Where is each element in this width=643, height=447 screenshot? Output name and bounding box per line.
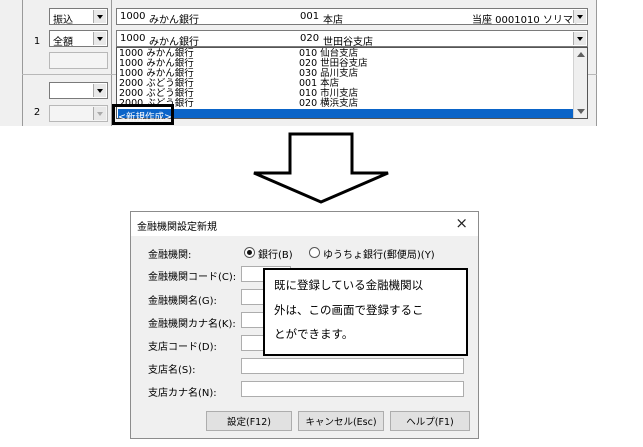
payment-grid: 1 2 振込 全額 1000 みかん銀行 001 本店 当座 0001010 ソ… — [0, 0, 597, 126]
row-1-extra-field — [49, 52, 108, 69]
branch-name-input[interactable] — [241, 358, 464, 374]
list-item-bank: 1000 みかん銀行 — [119, 68, 194, 79]
list-item[interactable]: 1000 みかん銀行 010 仙台支店 — [119, 48, 559, 59]
account-info: 当座 0001010 ソリマチ — [472, 15, 583, 26]
transfer-type-combo[interactable]: 振込 — [49, 8, 108, 26]
selected-list-item-highlight[interactable] — [118, 109, 573, 118]
list-item[interactable]: 2000 ぶどう銀行 001 本店 — [119, 78, 559, 89]
radio-bank-label[interactable]: 銀行(B) — [258, 246, 293, 261]
branch-code: 001 — [300, 11, 320, 22]
list-item[interactable]: 1000 みかん銀行 030 品川支店 — [119, 68, 559, 79]
institution-code-label: 金融機関コード(C): — [148, 272, 237, 283]
amount-type-value: 全額 — [53, 37, 73, 48]
scroll-up-icon[interactable] — [577, 52, 585, 57]
radio-bank[interactable] — [244, 247, 255, 258]
amount-type-combo-row-2 — [49, 105, 108, 122]
list-item-branch: 030 品川支店 — [299, 68, 359, 79]
list-item-branch: 010 市川支店 — [299, 88, 359, 99]
dialog-title: 金融機関設定新規 — [137, 222, 217, 233]
branch-name: 世田谷支店 — [323, 37, 373, 48]
callout-line: 既に登録している金融機関以 — [274, 278, 424, 292]
list-item-branch: 001 本店 — [299, 78, 340, 89]
cancel-button[interactable]: キャンセル(Esc) — [298, 411, 384, 431]
branch-name: 本店 — [323, 15, 343, 26]
explanation-callout: 既に登録している金融機関以 外は、この画面で登録するこ とができます。 — [263, 268, 468, 356]
list-item[interactable]: 1000 みかん銀行 020 世田谷支店 — [119, 58, 559, 69]
help-button[interactable]: ヘルプ(F1) — [390, 411, 470, 431]
list-item[interactable]: 2000 ぶどう銀行 010 市川支店 — [119, 88, 559, 99]
dropdown-scrollbar[interactable] — [573, 48, 587, 118]
branch-code-label: 支店コード(D): — [148, 342, 217, 353]
list-item-bank: 1000 みかん銀行 — [119, 48, 194, 59]
new-item-highlight-box[interactable]: <新規作成> — [112, 104, 174, 125]
list-item-bank: 1000 みかん銀行 — [119, 58, 194, 69]
branch-kana-label: 支店カナ名(N): — [148, 388, 217, 399]
row-number: 1 — [33, 36, 41, 47]
list-item-branch: 020 横浜支店 — [299, 98, 359, 109]
chevron-down-icon[interactable] — [93, 10, 106, 23]
grid-line — [596, 0, 597, 126]
bank-name: みかん銀行 — [149, 37, 199, 48]
ok-button[interactable]: 設定(F12) — [206, 411, 292, 431]
transfer-type-value: 振込 — [53, 15, 73, 26]
down-arrow-icon — [253, 132, 389, 204]
chevron-down-icon — [93, 107, 106, 120]
bank-code: 1000 — [120, 11, 146, 22]
list-item-branch: 010 仙台支店 — [299, 48, 359, 59]
chevron-down-icon[interactable] — [573, 32, 586, 45]
bank-code: 1000 — [120, 33, 146, 44]
row-number: 2 — [33, 107, 41, 118]
bank-branch-combo[interactable]: 1000 みかん銀行 020 世田谷支店 — [116, 30, 588, 48]
branch-code: 020 — [300, 33, 320, 44]
list-item-branch: 020 世田谷支店 — [299, 58, 368, 69]
chevron-down-icon[interactable] — [93, 32, 106, 45]
list-item-bank: 2000 ぶどう銀行 — [119, 88, 194, 99]
branch-kana-input[interactable] — [241, 381, 464, 397]
grid-line — [22, 0, 23, 126]
bank-name: みかん銀行 — [149, 15, 199, 26]
institution-type-label: 金融機関: — [148, 250, 192, 261]
callout-line: 外は、この画面で登録するこ — [274, 303, 424, 317]
close-icon[interactable]: × — [455, 214, 468, 232]
institution-name-label: 金融機関名(G): — [148, 296, 217, 307]
list-item[interactable]: 2000 ぶどう銀行 020 横浜支店 — [119, 98, 559, 109]
radio-yucho[interactable] — [309, 247, 320, 258]
list-item-bank: 2000 ぶどう銀行 — [119, 78, 194, 89]
new-item-option[interactable]: <新規作成> — [118, 109, 172, 123]
chevron-down-icon[interactable] — [93, 84, 106, 97]
scroll-down-icon[interactable] — [577, 109, 585, 114]
dialog-titlebar: 金融機関設定新規 × — [131, 212, 478, 236]
callout-line: とができます。 — [274, 327, 354, 341]
payee-account-combo[interactable]: 1000 みかん銀行 001 本店 当座 0001010 ソリマチ — [116, 8, 588, 26]
bank-branch-dropdown-list[interactable]: 1000 みかん銀行 010 仙台支店 1000 みかん銀行 020 世田谷支店… — [116, 47, 588, 119]
radio-yucho-label[interactable]: ゆうちょ銀行(郵便局)(Y) — [323, 246, 435, 261]
branch-name-label: 支店名(S): — [148, 365, 196, 376]
institution-kana-label: 金融機関カナ名(K): — [148, 319, 236, 330]
transfer-type-combo-row-2[interactable] — [49, 82, 108, 99]
amount-type-combo[interactable]: 全額 — [49, 30, 108, 48]
chevron-down-icon[interactable] — [573, 10, 586, 23]
